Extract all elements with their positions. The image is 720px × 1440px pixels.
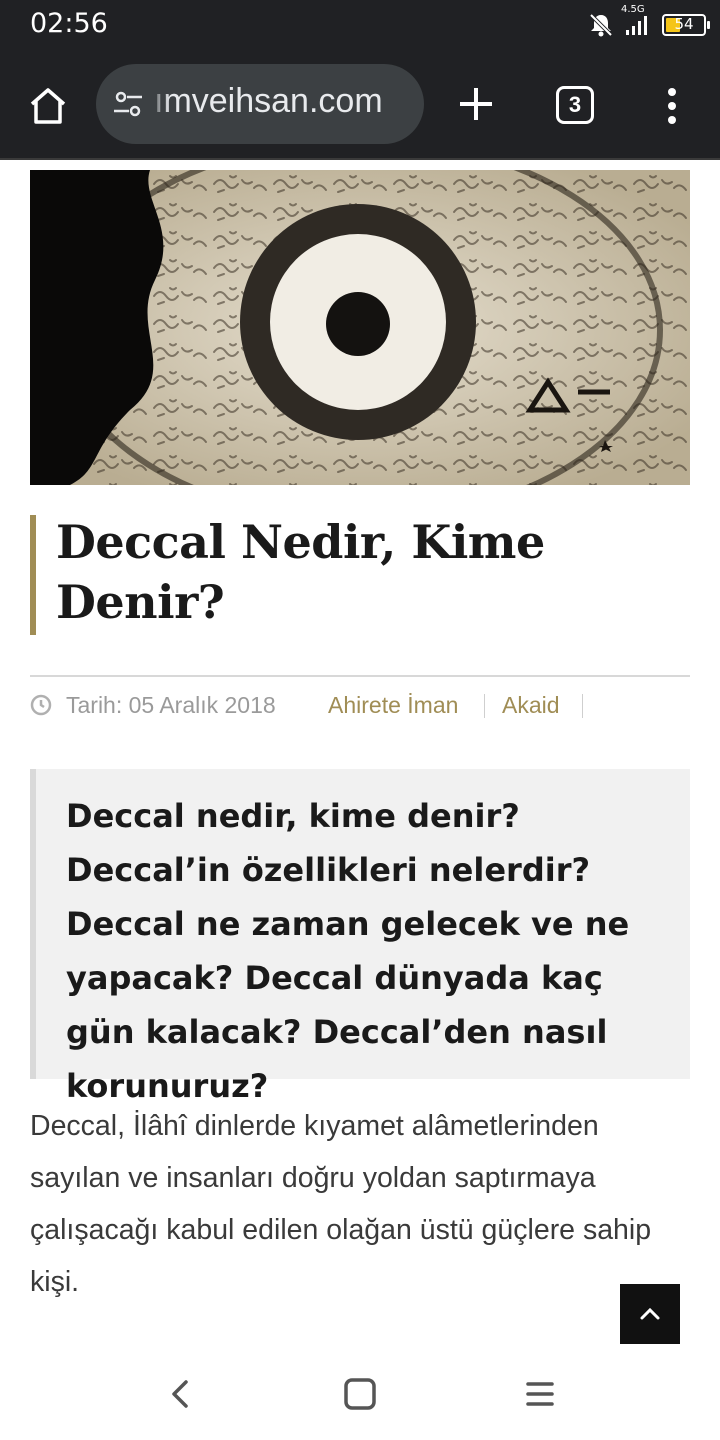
battery-icon: 54 [662,14,710,36]
back-icon[interactable] [160,1374,200,1414]
recent-apps-icon[interactable] [520,1374,560,1414]
divider [30,675,690,677]
status-icons: 54 [588,8,710,42]
new-tab-icon[interactable] [452,80,500,128]
clock-icon [30,694,52,716]
back-to-top-button[interactable] [620,1284,680,1344]
summary-blockquote: Deccal nedir, kime denir? Deccal’in özel… [30,769,690,1105]
home-square-icon[interactable] [340,1374,380,1414]
url-fade [148,64,170,144]
summary-text: Deccal nedir, kime denir? Deccal’in özel… [66,797,630,1105]
system-nav-bar [0,1350,720,1440]
site-settings-icon[interactable] [112,88,144,120]
bell-off-icon [589,13,613,37]
browser-toolbar: ımveihsan.com 3 [0,52,720,160]
chevron-up-icon [640,1307,660,1320]
category-separator [582,694,583,718]
article-meta: Tarih: 05 Aralık 2018 Ahirete İman Akaid [30,690,690,722]
status-bar: 02:56 4.5G 54 [0,0,720,52]
article-paragraph: Deccal, İlâhî dinlerde kıyamet alâmetler… [30,1110,652,1298]
title-accent-bar [30,515,36,635]
battery-percent: 54 [674,15,694,33]
article-date: Tarih: 05 Aralık 2018 [66,692,276,718]
home-icon[interactable] [24,82,72,130]
url-text[interactable]: ımveihsan.com [154,82,383,121]
menu-icon[interactable] [660,82,684,130]
category-link-akaid[interactable]: Akaid [502,692,560,719]
eye-illustration [30,170,690,485]
article-title: Deccal Nedir, Kime Denir? [56,515,545,629]
category-separator [484,694,485,718]
tabs-icon[interactable]: 3 [556,86,594,124]
category-link-ahirete-iman[interactable]: Ahirete İman [328,692,458,719]
address-bar[interactable]: ımveihsan.com [96,64,424,144]
hero-image [30,170,690,485]
signal-icon [626,16,647,35]
status-time: 02:56 [30,8,108,39]
